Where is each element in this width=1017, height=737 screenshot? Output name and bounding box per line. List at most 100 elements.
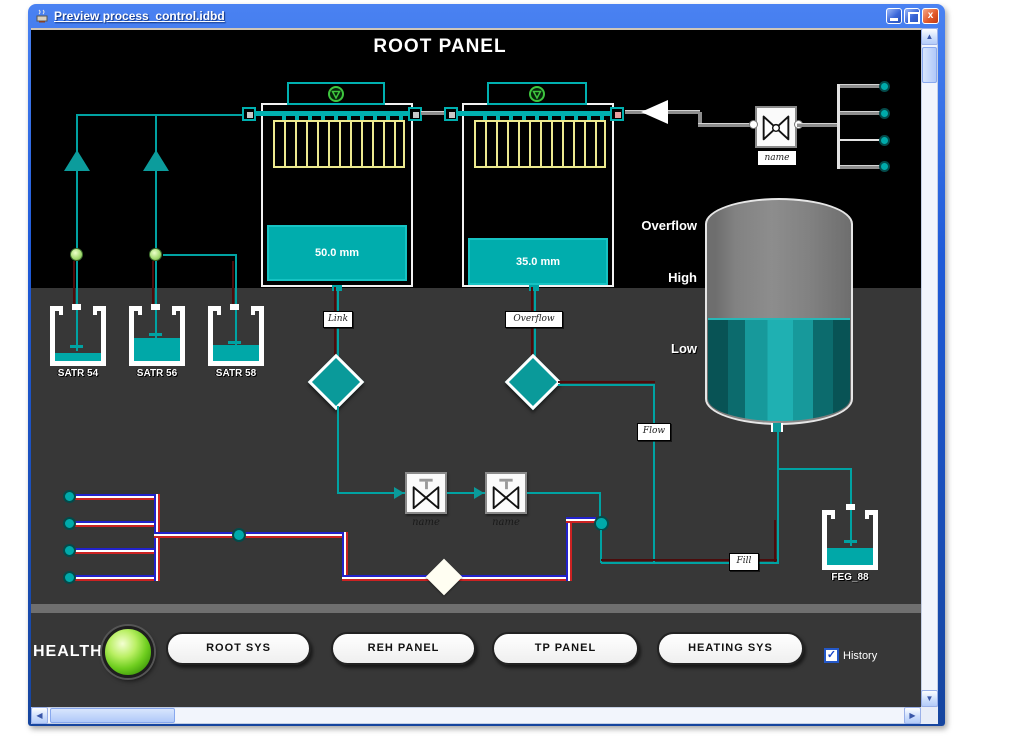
beaker-hook [50,306,63,315]
pipe-segment [797,123,840,127]
minimize-icon [890,18,898,21]
health-led[interactable] [102,626,154,678]
beaker-hook [129,306,142,315]
pipe-segment [76,114,78,255]
close-icon: x [928,10,934,21]
connection-node [63,544,76,557]
pipe-segment [527,492,601,494]
beaker-hook [251,306,264,315]
beaker-label: SATR 58 [206,368,266,379]
storage-label-overflow: Overflow [607,218,697,233]
pipe-segment [558,381,655,383]
heater-element [273,120,405,168]
level-value: 35.0 mm [516,256,560,268]
beaker-hook [93,306,106,315]
connection-node [63,571,76,584]
beaker-liquid [55,353,101,361]
window-title[interactable]: Preview process_control.idbd [54,9,225,23]
pipe-segment [73,261,75,307]
supply-pipe [566,520,572,581]
supply-pipe [154,532,348,538]
pipe-segment [840,111,884,115]
root-sys-button[interactable]: ROOT SYS [166,632,311,665]
level-display: 50.0 mm [267,225,407,281]
reh-panel-button[interactable]: REH PANEL [331,632,476,665]
beaker-label: SATR 56 [127,368,187,379]
beaker-hook [208,306,221,315]
connection-node [879,161,890,172]
pipe-segment [155,114,157,255]
tag-link: Link [323,311,353,328]
connection-node [879,108,890,119]
vertical-scrollbar-thumb[interactable] [922,47,937,83]
fan-icon [327,85,345,103]
connection-node [63,490,76,503]
storage-label-low: Low [637,341,697,356]
flow-right-arrow [474,487,484,499]
pipe-segment [599,492,601,517]
connection-node [879,81,890,92]
connection-node [63,517,76,530]
scroll-up-button[interactable]: ▲ [921,28,938,45]
valve-icon [757,108,795,146]
health-label: HEALTH [33,643,103,661]
storage-tank-liquid [708,318,850,421]
connection-node [594,516,609,531]
beaker-hook [172,306,185,315]
valve-top[interactable] [755,106,797,148]
tag-flow: Flow [637,423,671,441]
history-checkbox[interactable]: ✓ [824,648,839,663]
tp-panel-button[interactable]: TP PANEL [492,632,639,665]
valve-2[interactable] [485,472,527,514]
heating-sys-button[interactable]: HEATING SYS [657,632,804,665]
window-app-icon [34,8,50,24]
beaker-label: SATR 54 [48,368,108,379]
beaker-liquid [213,345,259,361]
pipe-segment [840,165,884,169]
horizontal-scrollbar-thumb[interactable] [50,708,175,723]
beaker-hook [822,510,835,519]
valve-icon [407,474,445,512]
pipe-segment [232,261,234,307]
beaker-liquid [134,338,180,361]
connection-node [879,135,890,146]
heater-element [474,120,606,168]
supply-pipe [566,517,596,523]
beaker-liquid [827,548,873,565]
scroll-down-button[interactable]: ▼ [921,690,938,707]
pipe-connector [444,107,458,121]
scrollbar-corner [921,707,938,724]
sensor-node [149,248,162,261]
pipe-connector [408,107,422,121]
tag-overflow: Overflow [505,311,563,328]
minimize-button[interactable] [886,8,902,24]
scroll-right-button[interactable]: ▶ [904,707,921,724]
valve-1[interactable] [405,472,447,514]
pipe-connector [242,107,256,121]
supply-pipe [342,532,348,581]
supply-pipe [70,548,160,554]
pipe-connector [610,107,624,121]
level-value: 50.0 mm [315,247,359,259]
tag-fill: Fill [729,553,759,571]
beaker-hook [865,510,878,519]
pipe-segment [840,139,884,141]
sensor-node [70,248,83,261]
maximize-icon [908,12,920,24]
beaker-label: FEG_88 [820,572,880,583]
scroll-left-button[interactable]: ◀ [31,707,48,724]
maximize-button[interactable] [904,8,920,24]
pipe-segment [653,386,655,563]
close-button[interactable]: x [922,8,939,24]
check-icon: ✓ [827,649,836,661]
pipe-segment [163,254,237,256]
vertical-scrollbar-track[interactable] [921,28,938,707]
supply-pipe [70,494,160,500]
pipe-segment [777,431,779,564]
flow-up-arrow [64,150,90,171]
pipe-segment [421,111,444,115]
connection-node [232,528,246,542]
panel-title: ROOT PANEL [330,36,550,58]
valve-label: name [405,517,447,528]
flow-right-arrow [394,487,404,499]
